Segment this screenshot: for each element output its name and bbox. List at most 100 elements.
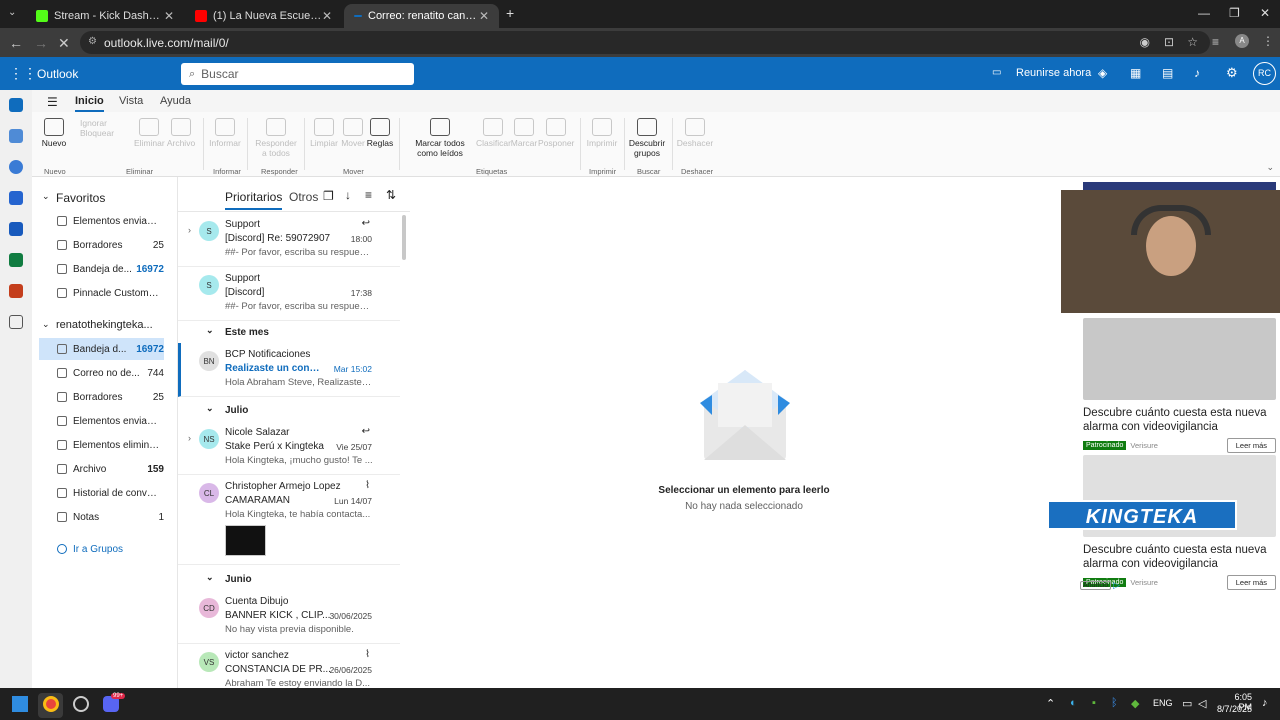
back-icon[interactable]: ← xyxy=(9,35,23,51)
tab-ayuda[interactable]: Ayuda xyxy=(160,95,191,107)
menu-icon[interactable]: ⋮ xyxy=(1262,34,1274,48)
filter-icon[interactable]: ≡ xyxy=(365,188,372,202)
tab-search-icon[interactable]: ⌄ xyxy=(8,7,16,18)
reply-all-button[interactable]: Responder a todos xyxy=(252,118,300,158)
adchoices-icon[interactable]: ▷ xyxy=(1113,580,1120,591)
browser-tab-outlook[interactable]: Correo: renatito canez - Outloo ✕ xyxy=(344,4,499,28)
flag-button[interactable]: Marcar xyxy=(510,118,538,148)
list-item[interactable]: CD Cuenta Dibujo BANNER KICK , CLIP... 3… xyxy=(178,590,400,644)
print-button[interactable]: Imprimir xyxy=(585,118,619,148)
categorize-button[interactable]: Clasificar xyxy=(476,118,511,148)
folder-item[interactable]: Correo no de... 744 xyxy=(39,362,164,384)
account-avatar[interactable]: RC xyxy=(1253,62,1276,85)
reading-list-icon[interactable]: ≡ xyxy=(1212,35,1219,49)
folder-item[interactable]: Bandeja d... 16972 xyxy=(39,338,164,360)
network-icon[interactable]: ▭ xyxy=(1182,697,1192,710)
app-title[interactable]: Outlook xyxy=(37,67,78,81)
sort-icon[interactable]: ⇅ xyxy=(386,188,396,202)
move-button[interactable]: Mover xyxy=(340,118,366,148)
ad-label[interactable]: Anuncio xyxy=(1080,581,1112,590)
report-button[interactable]: Informar xyxy=(208,118,242,148)
section-header[interactable]: ⌄ Julio xyxy=(178,399,400,421)
bell-icon[interactable]: ♪ xyxy=(1194,66,1200,80)
groups-link[interactable]: Ir a Grupos xyxy=(39,538,164,560)
section-header[interactable]: ⌄ Junio xyxy=(178,568,400,590)
excel-icon[interactable] xyxy=(9,253,23,267)
obs-icon[interactable] xyxy=(73,696,89,712)
maximize-icon[interactable]: ❐ xyxy=(1229,6,1240,20)
address-bar[interactable]: ⚙ outlook.live.com/mail/0/ ☆ ⊡ ◉ xyxy=(80,31,1210,54)
chevron-down-icon[interactable]: ⌄ xyxy=(42,319,50,330)
attachment-thumbnail[interactable] xyxy=(225,525,266,556)
mail-icon[interactable] xyxy=(9,98,23,112)
profile-avatar[interactable]: A xyxy=(1235,34,1249,48)
hamburger-icon[interactable]: ☰ xyxy=(47,95,58,109)
favorites-header[interactable]: Favoritos xyxy=(56,191,105,205)
list-item[interactable]: VS victor sanchez ⌇ CONSTANCIA DE PR... … xyxy=(178,644,400,689)
list-item[interactable]: › S Support ↩ [Discord] Re: 59072907 18:… xyxy=(178,213,400,267)
volume-icon[interactable]: ◁ xyxy=(1198,697,1206,710)
meet-now-button[interactable]: Reunirse ahora xyxy=(1016,67,1091,79)
app-launcher-icon[interactable]: ⋮⋮ xyxy=(9,65,37,82)
chevron-up-icon[interactable]: ⌃ xyxy=(1046,697,1055,710)
apps-icon[interactable] xyxy=(9,315,23,329)
list-item[interactable]: S Support [Discord] 17:38 ##- Por favor,… xyxy=(178,267,400,321)
clock-date[interactable]: 8/7/2025 xyxy=(1217,704,1252,714)
account-header[interactable]: renatothekingteka... xyxy=(56,319,153,331)
rules-button[interactable]: Reglas xyxy=(366,118,394,148)
folder-item[interactable]: Archivo 159 xyxy=(39,458,164,480)
tray-icon[interactable]: ◐ xyxy=(1070,697,1077,709)
delete-button[interactable]: Eliminar xyxy=(134,118,165,148)
folder-item[interactable]: Borradores 25 xyxy=(39,234,164,256)
list-item[interactable]: CL Christopher Armejo Lopez ⌇ CAMARAMAN … xyxy=(178,475,400,565)
tab-other[interactable]: Otros xyxy=(289,190,318,204)
people-icon[interactable] xyxy=(9,160,23,174)
windows-start-icon[interactable] xyxy=(12,696,28,712)
browser-tab-youtube[interactable]: (1) La Nueva Escuela-Quiero Be ✕ xyxy=(185,4,342,28)
notifications-icon[interactable]: ♪ xyxy=(1262,697,1268,709)
stop-icon[interactable]: ✕ xyxy=(58,35,70,52)
teams-icon[interactable]: ◈ xyxy=(1098,66,1107,80)
snooze-button[interactable]: Posponer xyxy=(538,118,574,148)
chrome-icon[interactable] xyxy=(43,696,59,712)
scrollbar[interactable] xyxy=(402,215,406,260)
folder-item[interactable]: Pinnacle Customer... xyxy=(39,282,164,304)
tab-vista[interactable]: Vista xyxy=(119,95,143,107)
tab-focused[interactable]: Prioritarios xyxy=(225,190,283,210)
folder-item[interactable]: Notas 1 xyxy=(39,506,164,528)
folder-item[interactable]: Elementos elimina... xyxy=(39,434,164,456)
chevron-right-icon[interactable]: › xyxy=(188,225,191,235)
section-header[interactable]: ⌄ Este mes xyxy=(178,321,400,343)
search-input[interactable]: ⌕ Buscar xyxy=(181,63,414,85)
forward-icon[interactable]: → xyxy=(34,35,48,51)
site-info-icon[interactable]: ⚙ xyxy=(88,36,97,47)
calendar-icon[interactable] xyxy=(9,129,23,143)
jump-icon[interactable]: ↓ xyxy=(345,188,351,202)
ribbon-expand-icon[interactable]: ⌄ xyxy=(1266,162,1274,173)
gear-icon[interactable]: ⚙ xyxy=(1226,65,1238,81)
close-icon[interactable]: ✕ xyxy=(164,9,174,23)
office-icon[interactable]: ▦ xyxy=(1130,66,1141,80)
learn-more-button[interactable]: Leer más xyxy=(1226,438,1276,453)
language-indicator[interactable]: ENG xyxy=(1153,698,1173,708)
chevron-right-icon[interactable]: › xyxy=(188,433,191,443)
bookmark-star-icon[interactable]: ☆ xyxy=(1187,35,1198,49)
new-mail-button[interactable]: Nuevo xyxy=(40,118,68,148)
close-icon[interactable]: ✕ xyxy=(479,9,489,23)
list-item[interactable]: BN BCP Notificaciones Realizaste un cons… xyxy=(178,343,400,397)
chevron-down-icon[interactable]: ⌄ xyxy=(42,191,50,202)
new-tab-button[interactable]: + xyxy=(506,5,514,21)
undo-button[interactable]: Deshacer xyxy=(676,118,714,148)
tab-inicio[interactable]: Inicio xyxy=(75,95,104,112)
select-icon[interactable]: ❐ xyxy=(323,189,334,203)
folder-item[interactable]: Elementos enviados xyxy=(39,410,164,432)
folder-item[interactable]: Borradores 25 xyxy=(39,386,164,408)
nvidia-icon[interactable]: ▪ xyxy=(1092,697,1096,709)
notes-icon[interactable]: ▤ xyxy=(1162,66,1173,80)
tray-app-icon[interactable]: ◆ xyxy=(1131,697,1139,710)
close-window-icon[interactable]: ✕ xyxy=(1260,6,1270,20)
install-app-icon[interactable]: ⊡ xyxy=(1164,35,1174,49)
discover-groups-button[interactable]: Descubrir grupos xyxy=(628,118,666,158)
todo-icon[interactable] xyxy=(9,191,23,205)
list-item[interactable]: › NS Nicole Salazar ↩ Stake Perú x Kingt… xyxy=(178,421,400,475)
